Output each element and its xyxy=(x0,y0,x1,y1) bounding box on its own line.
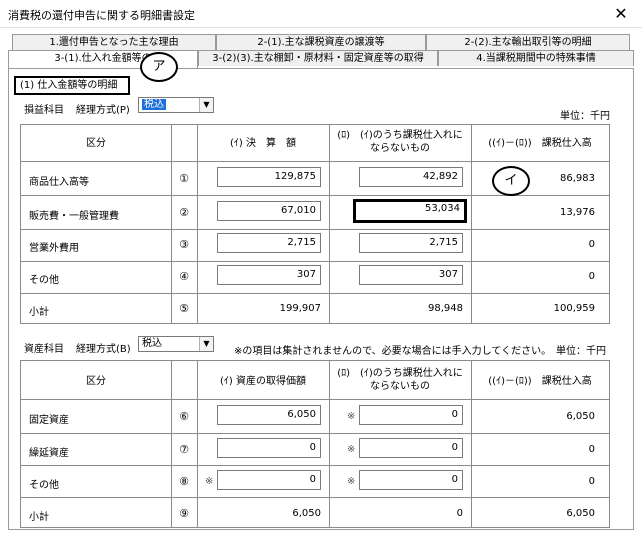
amount-b-input[interactable]: 2,715 xyxy=(359,233,463,253)
col-kubun-header: 区分 xyxy=(86,138,106,149)
tab-strip: 1.還付申告となった主な理由 2-(1).主な課税資産の譲渡等 2-(2).主な… xyxy=(8,34,634,68)
row-label: その他 xyxy=(29,275,59,286)
subtotal-b-value: 0 xyxy=(456,508,463,519)
asset-b-input[interactable]: 0 xyxy=(359,405,463,425)
asset-b-input[interactable]: 0 xyxy=(359,470,463,490)
amount-a-input[interactable]: 2,715 xyxy=(217,233,321,253)
asset-account-label: 資産科目 xyxy=(24,344,64,355)
amount-b-input[interactable]: 307 xyxy=(359,265,463,285)
subtotal-c-value: 100,959 xyxy=(553,303,595,314)
row-label: 固定資産 xyxy=(29,415,69,426)
asset-c-value: 0 xyxy=(588,476,595,487)
asset-a-input[interactable]: 6,050 xyxy=(217,405,321,425)
row-number: ⑤ xyxy=(179,302,189,315)
col-b-header: (ﾛ) (ｲ)のうち課税仕入れに ならないもの xyxy=(337,368,463,392)
chevron-down-icon: ▼ xyxy=(199,98,213,112)
asset-b-input[interactable]: 0 xyxy=(359,438,463,458)
tab-reason[interactable]: 1.還付申告となった主な理由 xyxy=(12,34,216,50)
tab-export-details[interactable]: 2-(2).主な輸出取引等の明細 xyxy=(426,34,630,50)
asset-a-input[interactable]: 0 xyxy=(217,470,321,490)
row-number: ② xyxy=(179,206,189,219)
asset-table: 区分 (ｲ) 資産の取得価額 (ﾛ) (ｲ)のうち課税仕入れに ならないもの (… xyxy=(20,360,610,528)
asset-a-input[interactable]: 0 xyxy=(217,438,321,458)
col-a-header: (ｲ) 決 算 額 xyxy=(230,138,296,149)
asset-c-value: 0 xyxy=(588,444,595,455)
amount-a-input[interactable]: 129,875 xyxy=(217,167,321,187)
asset-method-select[interactable]: 税込 ▼ xyxy=(138,336,214,352)
row-label: その他 xyxy=(29,480,59,491)
row-label: 繰延資産 xyxy=(29,448,69,459)
subtotal-a-value: 199,907 xyxy=(279,303,321,314)
row-number: ⑥ xyxy=(179,410,189,423)
pl-method-select[interactable]: 税込 ▼ xyxy=(138,97,214,113)
subtotal-label: 小計 xyxy=(29,512,49,523)
amount-c-value: 0 xyxy=(588,271,595,282)
kome-mark: ※ xyxy=(347,476,356,487)
manual-entry-note: ※の項目は集計されませんので、必要な場合には手入力してください。 xyxy=(234,346,552,357)
row-number: ⑦ xyxy=(179,443,189,456)
kome-mark: ※ xyxy=(347,444,356,455)
amount-a-input[interactable]: 307 xyxy=(217,265,321,285)
col-c-header: ((ｲ)－(ﾛ)) 課税仕入高 xyxy=(488,138,592,149)
tab-inventory-acquisition[interactable]: 3-(2)(3).主な棚卸・原材料・固定資産等の取得 xyxy=(198,50,438,66)
callout-b: イ xyxy=(492,166,530,196)
col-b-header: (ﾛ) (ｲ)のうち課税仕入れに ならないもの xyxy=(337,130,463,154)
row-label: 営業外費用 xyxy=(29,243,79,254)
chevron-down-icon: ▼ xyxy=(199,337,213,351)
row-number: ⑨ xyxy=(179,507,189,520)
subtotal-c-value: 6,050 xyxy=(566,508,595,519)
col-kubun-header: 区分 xyxy=(86,376,106,387)
window-titlebar: 消費税の還付申告に関する明細書設定 ✕ xyxy=(0,0,642,28)
row-number: ⑧ xyxy=(179,475,189,488)
subtotal-a-value: 6,050 xyxy=(292,508,321,519)
amount-b-input[interactable]: 42,892 xyxy=(359,167,463,187)
pl-account-label: 損益科目 xyxy=(24,105,64,116)
row-number: ④ xyxy=(179,270,189,283)
subtotal-label: 小計 xyxy=(29,307,49,318)
pl-method-label: 経理方式(P) xyxy=(76,105,130,116)
row-label: 販売費・一般管理費 xyxy=(29,211,119,222)
asset-method-label: 経理方式(B) xyxy=(76,344,131,355)
section-title-purchases: (1) 仕入金額等の明細 xyxy=(14,76,130,95)
amount-c-value: 0 xyxy=(588,239,595,250)
amount-b-input-highlighted[interactable]: 53,034 xyxy=(353,199,467,223)
asset-c-value: 6,050 xyxy=(566,411,595,422)
kome-mark: ※ xyxy=(347,411,356,422)
row-label: 商品仕入高等 xyxy=(29,177,89,188)
kome-mark: ※ xyxy=(205,476,214,487)
amount-a-input[interactable]: 67,010 xyxy=(217,201,321,221)
tab-special-circumstances[interactable]: 4.当課税期間中の特殊事情 xyxy=(438,50,634,66)
callout-a: ア xyxy=(140,52,178,82)
col-c-header: ((ｲ)－(ﾛ)) 課税仕入高 xyxy=(488,376,592,387)
row-number: ③ xyxy=(179,238,189,251)
pl-method-value: 税込 xyxy=(142,99,166,110)
unit-label-2: 単位：千円 xyxy=(556,346,606,357)
asset-method-value: 税込 xyxy=(142,338,162,349)
window-title: 消費税の還付申告に関する明細書設定 xyxy=(8,9,195,22)
purchase-table: 区分 (ｲ) 決 算 額 (ﾛ) (ｲ)のうち課税仕入れに ならないもの ((ｲ… xyxy=(20,124,610,324)
subtotal-b-value: 98,948 xyxy=(428,303,463,314)
close-icon[interactable]: ✕ xyxy=(608,3,634,25)
unit-label-1: 単位：千円 xyxy=(560,111,610,122)
tab-main-transfers[interactable]: 2-(1).主な課税資産の譲渡等 xyxy=(216,34,426,50)
row-number: ① xyxy=(179,172,189,185)
col-a-header: (ｲ) 資産の取得価額 xyxy=(220,376,306,387)
amount-c-value: 13,976 xyxy=(560,207,595,218)
